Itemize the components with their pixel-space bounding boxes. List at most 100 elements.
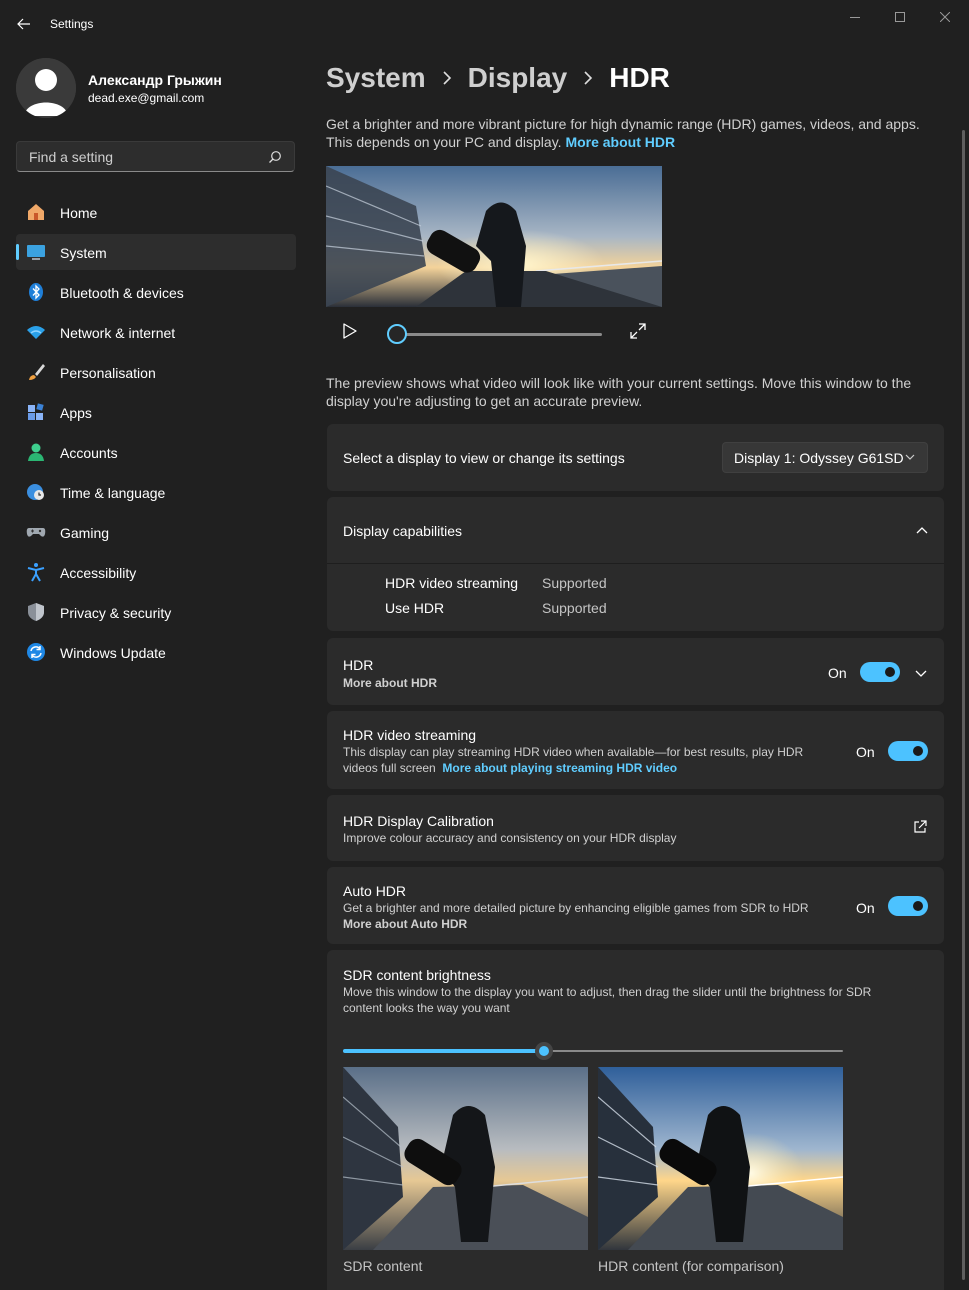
capability-label: Use HDR [385, 600, 445, 616]
sidebar-item-label: Home [60, 205, 98, 221]
streaming-hdr-link[interactable]: More about playing streaming HDR video [442, 761, 677, 775]
hdr-streaming-title: HDR video streaming [343, 727, 477, 743]
user-name: Александр Грыжин [88, 72, 222, 88]
maximize-button[interactable] [885, 8, 915, 26]
user-email: dead.exe@gmail.com [88, 91, 205, 105]
sdr-brightness-desc-line2: content looks the way you want [343, 1001, 510, 1015]
sidebar-item-privacy[interactable]: Privacy & security [16, 594, 296, 630]
search-input[interactable] [27, 148, 271, 166]
back-button[interactable] [10, 12, 38, 36]
video-seek-bar[interactable] [398, 333, 602, 336]
sidebar-item-windows-update[interactable]: Windows Update [16, 634, 296, 670]
search-icon [269, 151, 281, 163]
hdr-content-label: HDR content (for comparison) [598, 1258, 784, 1274]
sidebar-item-label: Time & language [60, 485, 166, 501]
sidebar-item-bluetooth[interactable]: Bluetooth & devices [16, 274, 296, 310]
back-arrow-icon [17, 18, 30, 30]
chevron-down-icon [905, 454, 915, 460]
bluetooth-icon [26, 282, 46, 302]
sidebar-item-label: Network & internet [60, 325, 176, 341]
hdr-streaming-state-label: On [856, 744, 875, 760]
minimize-icon [850, 17, 860, 18]
auto-hdr-title: Auto HDR [343, 883, 407, 899]
expand-icon [630, 323, 646, 339]
preview-note: The preview shows what video will look l… [326, 375, 912, 409]
sdr-content-label: SDR content [343, 1258, 423, 1274]
system-icon [26, 242, 46, 262]
select-display-card: Select a display to view or change its s… [327, 424, 944, 491]
play-icon [343, 323, 357, 339]
breadcrumb-system[interactable]: System [326, 62, 426, 94]
chevron-down-icon [915, 670, 927, 677]
vertical-scrollbar[interactable] [962, 130, 965, 1280]
sidebar-item-label: Accessibility [60, 565, 137, 581]
sidebar-item-network[interactable]: Network & internet [16, 314, 296, 350]
hdr-calibration-card[interactable]: HDR Display Calibration Improve colour a… [327, 795, 944, 861]
sidebar-item-system[interactable]: System [16, 234, 296, 270]
intro-description: Get a brighter and more vibrant picture … [326, 115, 946, 151]
play-button[interactable] [340, 321, 360, 341]
sdr-slider-track[interactable] [544, 1050, 843, 1052]
capabilities-title: Display capabilities [343, 523, 463, 539]
capability-value: Supported [542, 575, 607, 591]
video-seek-thumb[interactable] [387, 324, 407, 344]
collapse-button[interactable] [916, 523, 928, 539]
auto-hdr-toggle[interactable] [888, 896, 928, 916]
select-display-label: Select a display to view or change its s… [343, 450, 625, 466]
sidebar-item-accounts[interactable]: Accounts [16, 434, 296, 470]
brush-icon [26, 362, 46, 382]
hdr-streaming-description-2: videos full screen More about playing st… [343, 760, 677, 776]
expand-button[interactable] [915, 666, 927, 682]
capability-label: HDR video streaming [385, 575, 519, 591]
display-dropdown-value: Display 1: Odyssey G61SD [734, 449, 904, 466]
wifi-icon [26, 322, 46, 342]
accessibility-icon [26, 562, 46, 582]
chevron-right-icon [583, 71, 593, 85]
sidebar-item-accessibility[interactable]: Accessibility [16, 554, 296, 590]
avatar[interactable] [16, 58, 76, 118]
capability-value: Supported [542, 600, 607, 616]
sidebar-item-personalisation[interactable]: Personalisation [16, 354, 296, 390]
sidebar-item-apps[interactable]: Apps [16, 394, 296, 430]
time-language-icon [26, 482, 46, 502]
more-about-hdr-link[interactable]: More about HDR [565, 134, 675, 150]
page-title: HDR [609, 62, 670, 93]
calibration-title: HDR Display Calibration [343, 813, 494, 829]
apps-icon [26, 402, 46, 422]
more-about-auto-hdr-link[interactable]: More about Auto HDR [343, 916, 467, 932]
shield-icon [26, 602, 46, 622]
hdr-toggle[interactable] [860, 662, 900, 682]
home-icon [26, 202, 46, 222]
maximize-icon [895, 12, 905, 22]
sdr-content-image [343, 1067, 588, 1250]
more-about-hdr-link[interactable]: More about HDR [343, 675, 437, 691]
hdr-streaming-desc-line2: videos full screen [343, 761, 436, 775]
close-icon [940, 12, 950, 22]
sdr-brightness-title: SDR content brightness [343, 967, 491, 983]
app-title: Settings [50, 17, 94, 31]
hdr-preview-video [326, 166, 662, 307]
user-avatar-icon [16, 58, 76, 118]
search-box[interactable] [16, 141, 295, 172]
sidebar-item-label: Apps [60, 405, 92, 421]
sidebar-item-label: Personalisation [60, 365, 156, 381]
hdr-streaming-toggle[interactable] [888, 741, 928, 761]
display-dropdown[interactable]: Display 1: Odyssey G61SD [722, 442, 928, 473]
auto-hdr-description: Get a brighter and more detailed picture… [343, 901, 809, 915]
open-external-button[interactable] [913, 820, 927, 837]
divider [327, 563, 944, 564]
breadcrumb-display[interactable]: Display [468, 62, 568, 94]
fullscreen-button[interactable] [629, 322, 647, 340]
sidebar-item-home[interactable]: Home [16, 194, 296, 230]
auto-hdr-card: Auto HDR Get a brighter and more detaile… [327, 867, 944, 944]
sidebar-item-label: Gaming [60, 525, 110, 541]
hdr-streaming-desc-line1: This display can play streaming HDR vide… [343, 745, 804, 759]
sdr-slider-thumb[interactable] [535, 1042, 553, 1060]
minimize-button[interactable] [840, 8, 870, 26]
gaming-icon [26, 522, 46, 542]
close-button[interactable] [930, 8, 960, 26]
sidebar-item-time-language[interactable]: Time & language [16, 474, 296, 510]
accounts-icon [26, 442, 46, 462]
sidebar-item-gaming[interactable]: Gaming [16, 514, 296, 550]
sdr-slider-fill[interactable] [343, 1049, 544, 1053]
